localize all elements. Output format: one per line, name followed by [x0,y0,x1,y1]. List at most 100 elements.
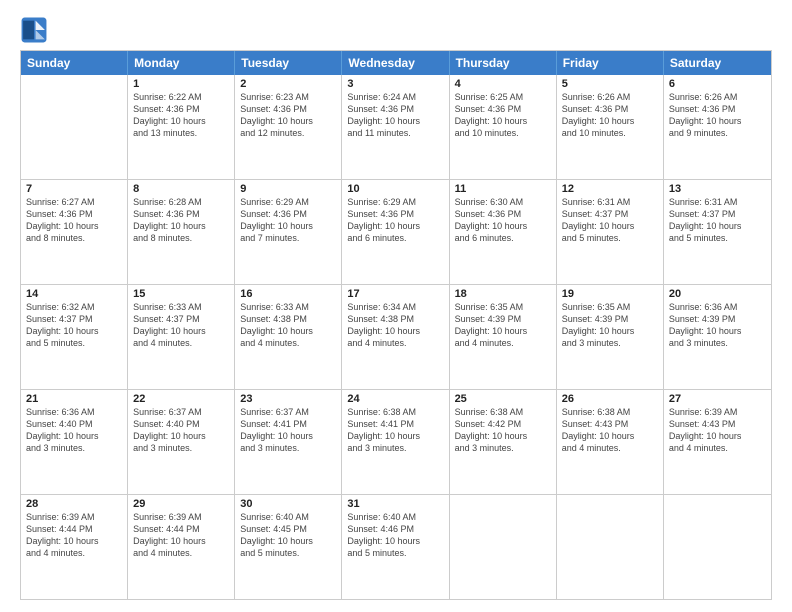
calendar-cell: 25Sunrise: 6:38 AM Sunset: 4:42 PM Dayli… [450,390,557,494]
day-info: Sunrise: 6:31 AM Sunset: 4:37 PM Dayligh… [562,196,658,245]
day-number: 8 [133,183,229,195]
calendar-cell: 5Sunrise: 6:26 AM Sunset: 4:36 PM Daylig… [557,75,664,179]
day-info: Sunrise: 6:28 AM Sunset: 4:36 PM Dayligh… [133,196,229,245]
day-info: Sunrise: 6:39 AM Sunset: 4:43 PM Dayligh… [669,406,766,455]
day-info: Sunrise: 6:31 AM Sunset: 4:37 PM Dayligh… [669,196,766,245]
header-cell-saturday: Saturday [664,51,771,75]
logo [20,16,52,44]
day-info: Sunrise: 6:35 AM Sunset: 4:39 PM Dayligh… [562,301,658,350]
calendar-body: 1Sunrise: 6:22 AM Sunset: 4:36 PM Daylig… [21,75,771,599]
day-info: Sunrise: 6:36 AM Sunset: 4:39 PM Dayligh… [669,301,766,350]
calendar-cell: 17Sunrise: 6:34 AM Sunset: 4:38 PM Dayli… [342,285,449,389]
day-number: 20 [669,288,766,300]
calendar-cell: 13Sunrise: 6:31 AM Sunset: 4:37 PM Dayli… [664,180,771,284]
day-info: Sunrise: 6:23 AM Sunset: 4:36 PM Dayligh… [240,91,336,140]
day-number: 9 [240,183,336,195]
day-info: Sunrise: 6:24 AM Sunset: 4:36 PM Dayligh… [347,91,443,140]
day-info: Sunrise: 6:30 AM Sunset: 4:36 PM Dayligh… [455,196,551,245]
day-number: 10 [347,183,443,195]
day-number: 17 [347,288,443,300]
day-number: 12 [562,183,658,195]
calendar-cell: 18Sunrise: 6:35 AM Sunset: 4:39 PM Dayli… [450,285,557,389]
day-info: Sunrise: 6:40 AM Sunset: 4:46 PM Dayligh… [347,511,443,560]
calendar-cell [664,495,771,599]
day-info: Sunrise: 6:40 AM Sunset: 4:45 PM Dayligh… [240,511,336,560]
day-info: Sunrise: 6:33 AM Sunset: 4:38 PM Dayligh… [240,301,336,350]
calendar-cell: 27Sunrise: 6:39 AM Sunset: 4:43 PM Dayli… [664,390,771,494]
calendar-cell: 26Sunrise: 6:38 AM Sunset: 4:43 PM Dayli… [557,390,664,494]
day-number: 27 [669,393,766,405]
day-info: Sunrise: 6:37 AM Sunset: 4:40 PM Dayligh… [133,406,229,455]
day-number: 26 [562,393,658,405]
calendar-cell [557,495,664,599]
day-number: 4 [455,78,551,90]
day-number: 11 [455,183,551,195]
calendar-cell [450,495,557,599]
day-info: Sunrise: 6:35 AM Sunset: 4:39 PM Dayligh… [455,301,551,350]
calendar-row-3: 21Sunrise: 6:36 AM Sunset: 4:40 PM Dayli… [21,389,771,494]
day-number: 3 [347,78,443,90]
calendar-cell: 3Sunrise: 6:24 AM Sunset: 4:36 PM Daylig… [342,75,449,179]
calendar-cell: 9Sunrise: 6:29 AM Sunset: 4:36 PM Daylig… [235,180,342,284]
day-info: Sunrise: 6:37 AM Sunset: 4:41 PM Dayligh… [240,406,336,455]
calendar-row-2: 14Sunrise: 6:32 AM Sunset: 4:37 PM Dayli… [21,284,771,389]
calendar-row-4: 28 Sunrise: 6:39 AM Sunset: 4:44 PM Dayli… [21,494,771,599]
day-number: 19 [562,288,658,300]
day-info: Sunrise: 6:27 AM Sunset: 4:36 PM Dayligh… [26,196,122,245]
day-number: 28 [26,498,122,510]
day-number: 24 [347,393,443,405]
calendar-cell: 14Sunrise: 6:32 AM Sunset: 4:37 PM Dayli… [21,285,128,389]
day-info: Sunrise: 6:26 AM Sunset: 4:36 PM Dayligh… [562,91,658,140]
calendar-cell: 31Sunrise: 6:40 AM Sunset: 4:46 PM Dayli… [342,495,449,599]
day-number: 2 [240,78,336,90]
calendar-cell: 6Sunrise: 6:26 AM Sunset: 4:36 PM Daylig… [664,75,771,179]
day-info: Sunrise: 6:36 AM Sunset: 4:40 PM Dayligh… [26,406,122,455]
day-info: Sunrise: 6:34 AM Sunset: 4:38 PM Dayligh… [347,301,443,350]
day-number: 25 [455,393,551,405]
calendar-cell: 4Sunrise: 6:25 AM Sunset: 4:36 PM Daylig… [450,75,557,179]
calendar-header: SundayMondayTuesdayWednesdayThursdayFrid… [21,51,771,75]
calendar-cell: 7Sunrise: 6:27 AM Sunset: 4:36 PM Daylig… [21,180,128,284]
day-info: Sunrise: 6:39 AM Sunset: 4:44 PM Dayligh… [133,511,229,560]
header-cell-sunday: Sunday [21,51,128,75]
calendar-cell: 22Sunrise: 6:37 AM Sunset: 4:40 PM Dayli… [128,390,235,494]
day-number: 21 [26,393,122,405]
day-number: 7 [26,183,122,195]
calendar-cell: 12Sunrise: 6:31 AM Sunset: 4:37 PM Dayli… [557,180,664,284]
calendar-cell: 23Sunrise: 6:37 AM Sunset: 4:41 PM Dayli… [235,390,342,494]
day-number: 22 [133,393,229,405]
calendar-cell: 29Sunrise: 6:39 AM Sunset: 4:44 PM Dayli… [128,495,235,599]
calendar-row-1: 7Sunrise: 6:27 AM Sunset: 4:36 PM Daylig… [21,179,771,284]
day-info: Sunrise: 6:38 AM Sunset: 4:43 PM Dayligh… [562,406,658,455]
calendar-cell: 28Sunrise: 6:39 AM Sunset: 4:44 PM Dayli… [21,495,128,599]
day-number: 29 [133,498,229,510]
header-cell-wednesday: Wednesday [342,51,449,75]
day-number: 14 [26,288,122,300]
header-cell-tuesday: Tuesday [235,51,342,75]
header-cell-monday: Monday [128,51,235,75]
day-info: Sunrise: 6:38 AM Sunset: 4:42 PM Dayligh… [455,406,551,455]
calendar-cell: 21Sunrise: 6:36 AM Sunset: 4:40 PM Dayli… [21,390,128,494]
day-number: 23 [240,393,336,405]
day-info: Sunrise: 6:29 AM Sunset: 4:36 PM Dayligh… [347,196,443,245]
header-cell-thursday: Thursday [450,51,557,75]
calendar-cell [21,75,128,179]
day-info: Sunrise: 6:29 AM Sunset: 4:36 PM Dayligh… [240,196,336,245]
header-cell-friday: Friday [557,51,664,75]
logo-icon [20,16,48,44]
day-number: 31 [347,498,443,510]
calendar-cell: 1Sunrise: 6:22 AM Sunset: 4:36 PM Daylig… [128,75,235,179]
day-info: Sunrise: 6:26 AM Sunset: 4:36 PM Dayligh… [669,91,766,140]
calendar-cell: 24Sunrise: 6:38 AM Sunset: 4:41 PM Dayli… [342,390,449,494]
day-number: 15 [133,288,229,300]
day-number: 16 [240,288,336,300]
calendar-cell: 8Sunrise: 6:28 AM Sunset: 4:36 PM Daylig… [128,180,235,284]
page: SundayMondayTuesdayWednesdayThursdayFrid… [0,0,792,612]
calendar: SundayMondayTuesdayWednesdayThursdayFrid… [20,50,772,600]
calendar-cell: 30Sunrise: 6:40 AM Sunset: 4:45 PM Dayli… [235,495,342,599]
day-number: 1 [133,78,229,90]
calendar-cell: 2Sunrise: 6:23 AM Sunset: 4:36 PM Daylig… [235,75,342,179]
day-info: Sunrise: 6:32 AM Sunset: 4:37 PM Dayligh… [26,301,122,350]
day-number: 30 [240,498,336,510]
day-number: 6 [669,78,766,90]
